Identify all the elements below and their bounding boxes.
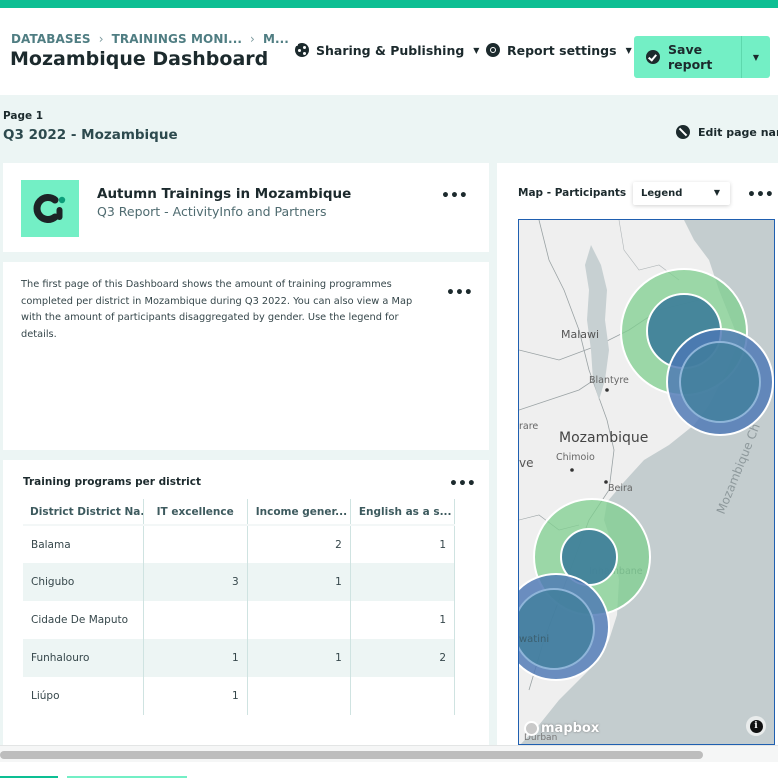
cell-value: 1 <box>350 601 456 639</box>
breadcrumb-separator-icon: › <box>250 32 255 46</box>
share-icon <box>295 43 309 57</box>
report-settings-button[interactable]: Report settings ▼ <box>486 40 632 60</box>
table-row: Balama 2 1 <box>23 525 456 563</box>
cell-district: Chigubo <box>23 563 144 601</box>
table-row: Chigubo 3 1 <box>23 563 456 601</box>
map-info-button[interactable]: i <box>746 716 766 736</box>
edit-page-name-button[interactable]: Edit page name <box>676 125 778 139</box>
column-header-income-generation[interactable]: Income gener... <box>247 499 351 526</box>
city-dot <box>604 480 608 484</box>
table-title: Training programs per district <box>23 476 202 488</box>
report-canvas: Page 1 Q3 2022 - Mozambique Edit page na… <box>0 95 778 745</box>
map-label-mozambique: Mozambique <box>559 430 648 446</box>
cell-district: Funhalouro <box>23 639 144 677</box>
cell-value: 1 <box>350 525 456 563</box>
map-widget: Map - Participants Legend ▼ ••• Malawi B… <box>497 163 778 745</box>
save-report-label: Save report <box>668 42 713 72</box>
mapbox-attribution[interactable]: mapbox <box>524 721 599 736</box>
check-circle-icon <box>646 50 660 64</box>
cell-value: 1 <box>247 563 351 601</box>
more-options-icon[interactable]: ••• <box>446 286 473 300</box>
cell-value <box>143 525 248 563</box>
activityinfo-logo <box>21 180 79 237</box>
breadcrumb: DATABASES › TRAININGS MONI... › M... <box>11 32 289 46</box>
widget-title: Autumn Trainings in Mozambique <box>97 186 352 202</box>
save-report-button[interactable]: Save report <box>634 36 742 78</box>
page-name: Q3 2022 - Mozambique <box>3 127 178 143</box>
caret-down-icon: ▼ <box>625 45 632 55</box>
cell-value: 2 <box>350 639 456 677</box>
title-widget: Autumn Trainings in Mozambique Q3 Report… <box>3 163 489 252</box>
map-view[interactable]: Malawi Blantyre rare Mozambique Chimoio … <box>518 219 775 745</box>
caret-down-icon: ▼ <box>473 45 480 55</box>
cell-value: 1 <box>143 677 248 715</box>
breadcrumb-databases[interactable]: DATABASES <box>11 32 91 46</box>
map-label-blantyre: Blantyre <box>589 375 629 386</box>
table-row: Cidade De Maputo 1 <box>23 601 456 639</box>
more-options-icon[interactable]: ••• <box>747 188 774 202</box>
breadcrumb-database[interactable]: TRAININGS MONI... <box>112 32 242 46</box>
column-header-english[interactable]: English as a s... <box>350 499 456 526</box>
cell-district: Cidade De Maputo <box>23 601 144 639</box>
cell-value: 3 <box>143 563 248 601</box>
mapbox-logo-icon <box>524 721 539 736</box>
female-participants-bubble <box>519 588 595 670</box>
city-dot <box>570 468 574 472</box>
horizontal-scrollbar[interactable] <box>0 745 778 762</box>
cell-value <box>143 601 248 639</box>
map-label-zimbabwe: ve <box>519 456 533 470</box>
cell-value: 1 <box>247 639 351 677</box>
city-dot <box>605 388 609 392</box>
more-options-icon[interactable]: ••• <box>441 189 468 203</box>
page-number-label: Page 1 <box>3 110 44 122</box>
text-widget-body: The first page of this Dashboard shows t… <box>21 279 413 340</box>
breadcrumb-folder[interactable]: M... <box>263 32 289 46</box>
caret-down-icon: ▼ <box>752 52 760 62</box>
cell-value <box>350 563 456 601</box>
cell-value: 1 <box>143 639 248 677</box>
cell-district: Liúpo <box>23 677 144 715</box>
table-row: Funhalouro 1 1 2 <box>23 639 456 677</box>
column-header-district[interactable]: District District Na... <box>23 499 144 526</box>
map-label-malawi: Malawi <box>561 328 599 341</box>
map-label-chimoio: Chimoio <box>556 452 595 463</box>
more-options-icon[interactable]: ••• <box>449 477 476 491</box>
sharing-publishing-button[interactable]: Sharing & Publishing ▼ <box>295 40 479 60</box>
text-widget: The first page of this Dashboard shows t… <box>3 262 489 450</box>
pencil-icon <box>676 125 690 139</box>
page-tabs <box>0 762 778 778</box>
gear-icon <box>486 43 500 57</box>
save-options-dropdown[interactable]: ▼ <box>742 53 770 62</box>
report-settings-label: Report settings <box>507 42 617 58</box>
scrollbar-thumb[interactable] <box>0 751 703 759</box>
female-participants-bubble <box>679 341 761 423</box>
caret-down-icon: ▼ <box>713 188 720 197</box>
edit-page-name-label: Edit page name <box>698 125 778 139</box>
mapbox-label: mapbox <box>541 721 600 736</box>
breadcrumb-separator-icon: › <box>98 32 104 46</box>
save-report-group: Save report ▼ <box>634 36 770 78</box>
table-row: Liúpo 1 <box>23 677 456 715</box>
map-label-beira: Beira <box>608 483 633 494</box>
legend-dropdown-value: Legend <box>641 188 683 199</box>
top-accent-bar <box>0 0 778 8</box>
legend-dropdown[interactable]: Legend ▼ <box>633 182 730 205</box>
training-table: District District Na... IT excellence In… <box>23 499 456 715</box>
map-label-harare: rare <box>519 421 538 432</box>
cell-value: 2 <box>247 525 351 563</box>
cell-value <box>247 677 351 715</box>
header: DATABASES › TRAININGS MONI... › M... Mozambi… <box>0 8 778 95</box>
pivot-table-widget: Training programs per district ••• Distr… <box>3 460 489 745</box>
map-title: Map - Participants <box>518 187 627 199</box>
info-icon: i <box>749 719 763 733</box>
sharing-publishing-label: Sharing & Publishing <box>316 42 465 58</box>
table-header-row: District District Na... IT excellence In… <box>23 499 456 526</box>
cell-district: Balama <box>23 525 144 563</box>
cell-value <box>350 677 456 715</box>
cell-value <box>247 601 351 639</box>
map-label-eswatini: watini <box>519 634 549 645</box>
column-header-it-excellence[interactable]: IT excellence <box>143 499 248 526</box>
widget-subtitle: Q3 Report - ActivityInfo and Partners <box>97 204 327 219</box>
page-title: Mozambique Dashboard <box>10 48 269 70</box>
